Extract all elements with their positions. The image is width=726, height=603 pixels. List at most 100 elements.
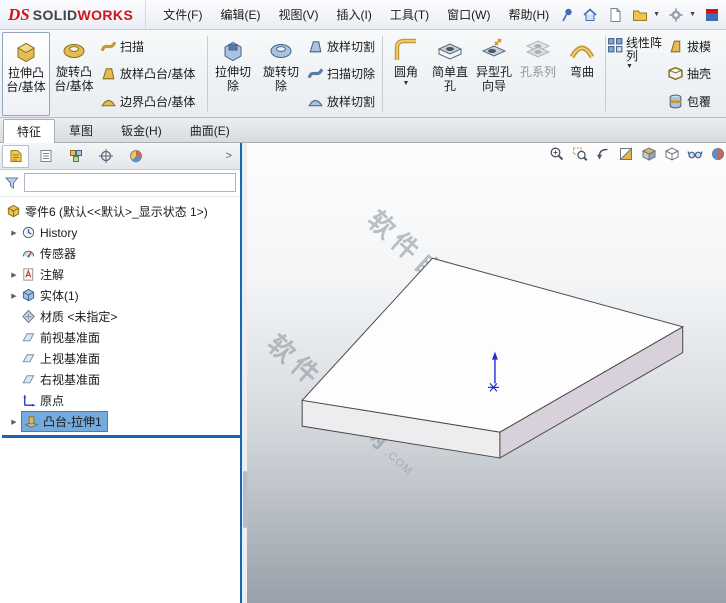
lofted-cut-button[interactable]: 放样切割 — [307, 34, 379, 60]
command-manager-tabs: 特征 草图 钣金(H) 曲面(E) — [0, 118, 726, 143]
revolved-cut-button[interactable]: 旋转切 除 — [257, 32, 305, 116]
tree-item-material[interactable]: 材质 <未指定> — [2, 306, 240, 327]
featuremanager-icon[interactable] — [2, 144, 29, 168]
new-document-icon[interactable] — [606, 6, 624, 24]
solidworks-window: DS SOLID WORKS 文件(F) 编辑(E) 视图(V) 插入(I) 工… — [0, 0, 726, 603]
tree-item-root[interactable]: 零件6 (默认<<默认>_显示状态 1>) — [2, 201, 240, 222]
menu-edit[interactable]: 编辑(E) — [212, 0, 270, 29]
previous-view-icon[interactable] — [594, 145, 611, 162]
hole-wizard-button[interactable]: 异型孔 向导 — [472, 32, 516, 116]
menu-file[interactable]: 文件(F) — [154, 0, 211, 29]
flex-label: 弯曲 — [569, 65, 594, 79]
tree-item-label: 前视基准面 — [40, 331, 101, 345]
swept-boss-button[interactable]: 扫描 — [100, 34, 204, 60]
wrap-button[interactable]: 包覆 — [667, 88, 719, 114]
hole-wizard-label2: 向导 — [481, 79, 506, 93]
panel-expand-arrow-icon[interactable]: > — [220, 150, 238, 162]
options-dropdown-icon[interactable]: ▼ — [689, 11, 696, 18]
open-document-icon[interactable] — [631, 6, 649, 24]
extruded-cut-label2: 除 — [226, 79, 239, 93]
view-orientation-icon[interactable] — [640, 145, 657, 162]
boundary-cut-button[interactable]: 放样切割 — [307, 88, 379, 114]
zoom-area-icon[interactable] — [571, 145, 588, 162]
boundary-boss-label: 边界凸台/基体 — [120, 94, 196, 109]
tree-root-label: 零件6 (默认<<默认>_显示状态 1>) — [25, 205, 208, 219]
zoom-fit-icon[interactable] — [548, 145, 565, 162]
appearance-icon[interactable] — [709, 145, 726, 162]
menu-view[interactable]: 视图(V) — [270, 0, 328, 29]
fillet-button[interactable]: 圆角 ▼ — [384, 32, 428, 116]
hide-show-items-icon[interactable] — [686, 145, 703, 162]
shell-button[interactable]: 抽壳 — [667, 61, 719, 87]
menu-help[interactable]: 帮助(H) — [500, 0, 559, 29]
ribbon-separator — [382, 36, 383, 112]
tree-item-label: 上视基准面 — [40, 352, 101, 366]
tree-item-top-plane[interactable]: 上视基准面 — [2, 348, 240, 369]
menu-tools[interactable]: 工具(T) — [381, 0, 438, 29]
flex-button[interactable]: 弯曲 — [560, 32, 604, 116]
linear-pattern-icon — [607, 37, 624, 54]
tree-item-label: 凸台-拉伸1 — [43, 415, 102, 429]
panel-tab-bar: > — [0, 143, 240, 170]
displaymanager-icon[interactable] — [122, 145, 149, 168]
tree-item-front-plane[interactable]: 前视基准面 — [2, 327, 240, 348]
tree-item-annotations[interactable]: ▶ 注解 — [2, 264, 240, 285]
tab-surfaces[interactable]: 曲面(E) — [176, 118, 244, 142]
selected-highlight: 凸台-拉伸1 — [21, 411, 108, 432]
resources-icon[interactable] — [703, 6, 721, 24]
solidworks-logo: DS SOLID WORKS — [0, 0, 147, 29]
draft-button[interactable]: 拔模 — [667, 34, 719, 60]
graphics-viewport[interactable]: 软件自学网.COM 软件自学网.COM — [247, 143, 726, 603]
origin-icon — [21, 393, 36, 408]
revolved-boss-button[interactable]: 旋转凸 台/基体 — [50, 32, 98, 116]
menu-window[interactable]: 窗口(W) — [438, 0, 499, 29]
pin-icon[interactable] — [558, 6, 576, 24]
model-3d[interactable] — [247, 143, 726, 603]
tree-filter-input[interactable] — [24, 173, 236, 192]
tab-sheet-metal[interactable]: 钣金(H) — [107, 118, 176, 142]
tree-item-solid-bodies[interactable]: ▶ 实体(1) — [2, 285, 240, 306]
swept-boss-label: 扫描 — [120, 40, 145, 55]
filter-funnel-icon[interactable] — [4, 175, 20, 191]
extrude-feature-icon — [24, 414, 39, 429]
dimxpertmanager-icon[interactable] — [92, 145, 119, 168]
panel-splitter[interactable] — [240, 143, 247, 603]
swept-cut-button[interactable]: 扫描切除 — [307, 61, 379, 87]
linear-pattern-label2: 列 — [626, 49, 639, 63]
feature-tools-stack: 拔模 抽壳 包覆 — [665, 32, 721, 116]
part-icon — [6, 204, 21, 219]
tree-item-sensors[interactable]: 传感器 — [2, 243, 240, 264]
extruded-boss-button[interactable]: 拉伸凸 台/基体 — [2, 32, 50, 116]
tab-sketch[interactable]: 草图 — [55, 118, 107, 142]
options-icon[interactable] — [667, 6, 685, 24]
fillet-dropdown-icon[interactable]: ▼ — [403, 80, 410, 87]
swept-boss-icon — [100, 38, 117, 55]
linear-pattern-button[interactable]: 线性阵 列 ▼ — [607, 32, 665, 116]
boundary-boss-button[interactable]: 边界凸台/基体 — [100, 88, 204, 114]
material-icon — [21, 309, 36, 324]
expand-arrow-icon[interactable]: ▶ — [7, 271, 21, 279]
simple-hole-button[interactable]: 简单直 孔 — [428, 32, 472, 116]
menu-insert[interactable]: 插入(I) — [328, 0, 381, 29]
tree-item-history[interactable]: ▶ History — [2, 222, 240, 243]
extruded-cut-button[interactable]: 拉伸切 除 — [209, 32, 257, 116]
tree-item-boss-extrude1[interactable]: ▶ 凸台-拉伸1 — [2, 411, 240, 432]
expand-arrow-icon[interactable]: ▶ — [7, 229, 21, 237]
lofted-boss-button[interactable]: 放样凸台/基体 — [100, 61, 204, 87]
ds-logo: DS — [8, 4, 30, 24]
linear-pattern-dropdown-icon[interactable]: ▼ — [626, 63, 662, 70]
configurationmanager-icon[interactable] — [62, 145, 89, 168]
display-style-icon[interactable] — [663, 145, 680, 162]
hole-wizard-icon — [479, 35, 509, 65]
open-dropdown-icon[interactable]: ▼ — [653, 11, 660, 18]
tree-item-origin[interactable]: 原点 — [2, 390, 240, 411]
tree-item-label: 传感器 — [40, 247, 77, 261]
simple-hole-label2: 孔 — [443, 79, 456, 93]
expand-arrow-icon[interactable]: ▶ — [7, 418, 21, 426]
expand-arrow-icon[interactable]: ▶ — [7, 292, 21, 300]
tree-item-right-plane[interactable]: 右视基准面 — [2, 369, 240, 390]
propertymanager-icon[interactable] — [32, 145, 59, 168]
section-view-icon[interactable] — [617, 145, 634, 162]
tab-features[interactable]: 特征 — [3, 119, 56, 143]
home-icon[interactable] — [581, 6, 599, 24]
